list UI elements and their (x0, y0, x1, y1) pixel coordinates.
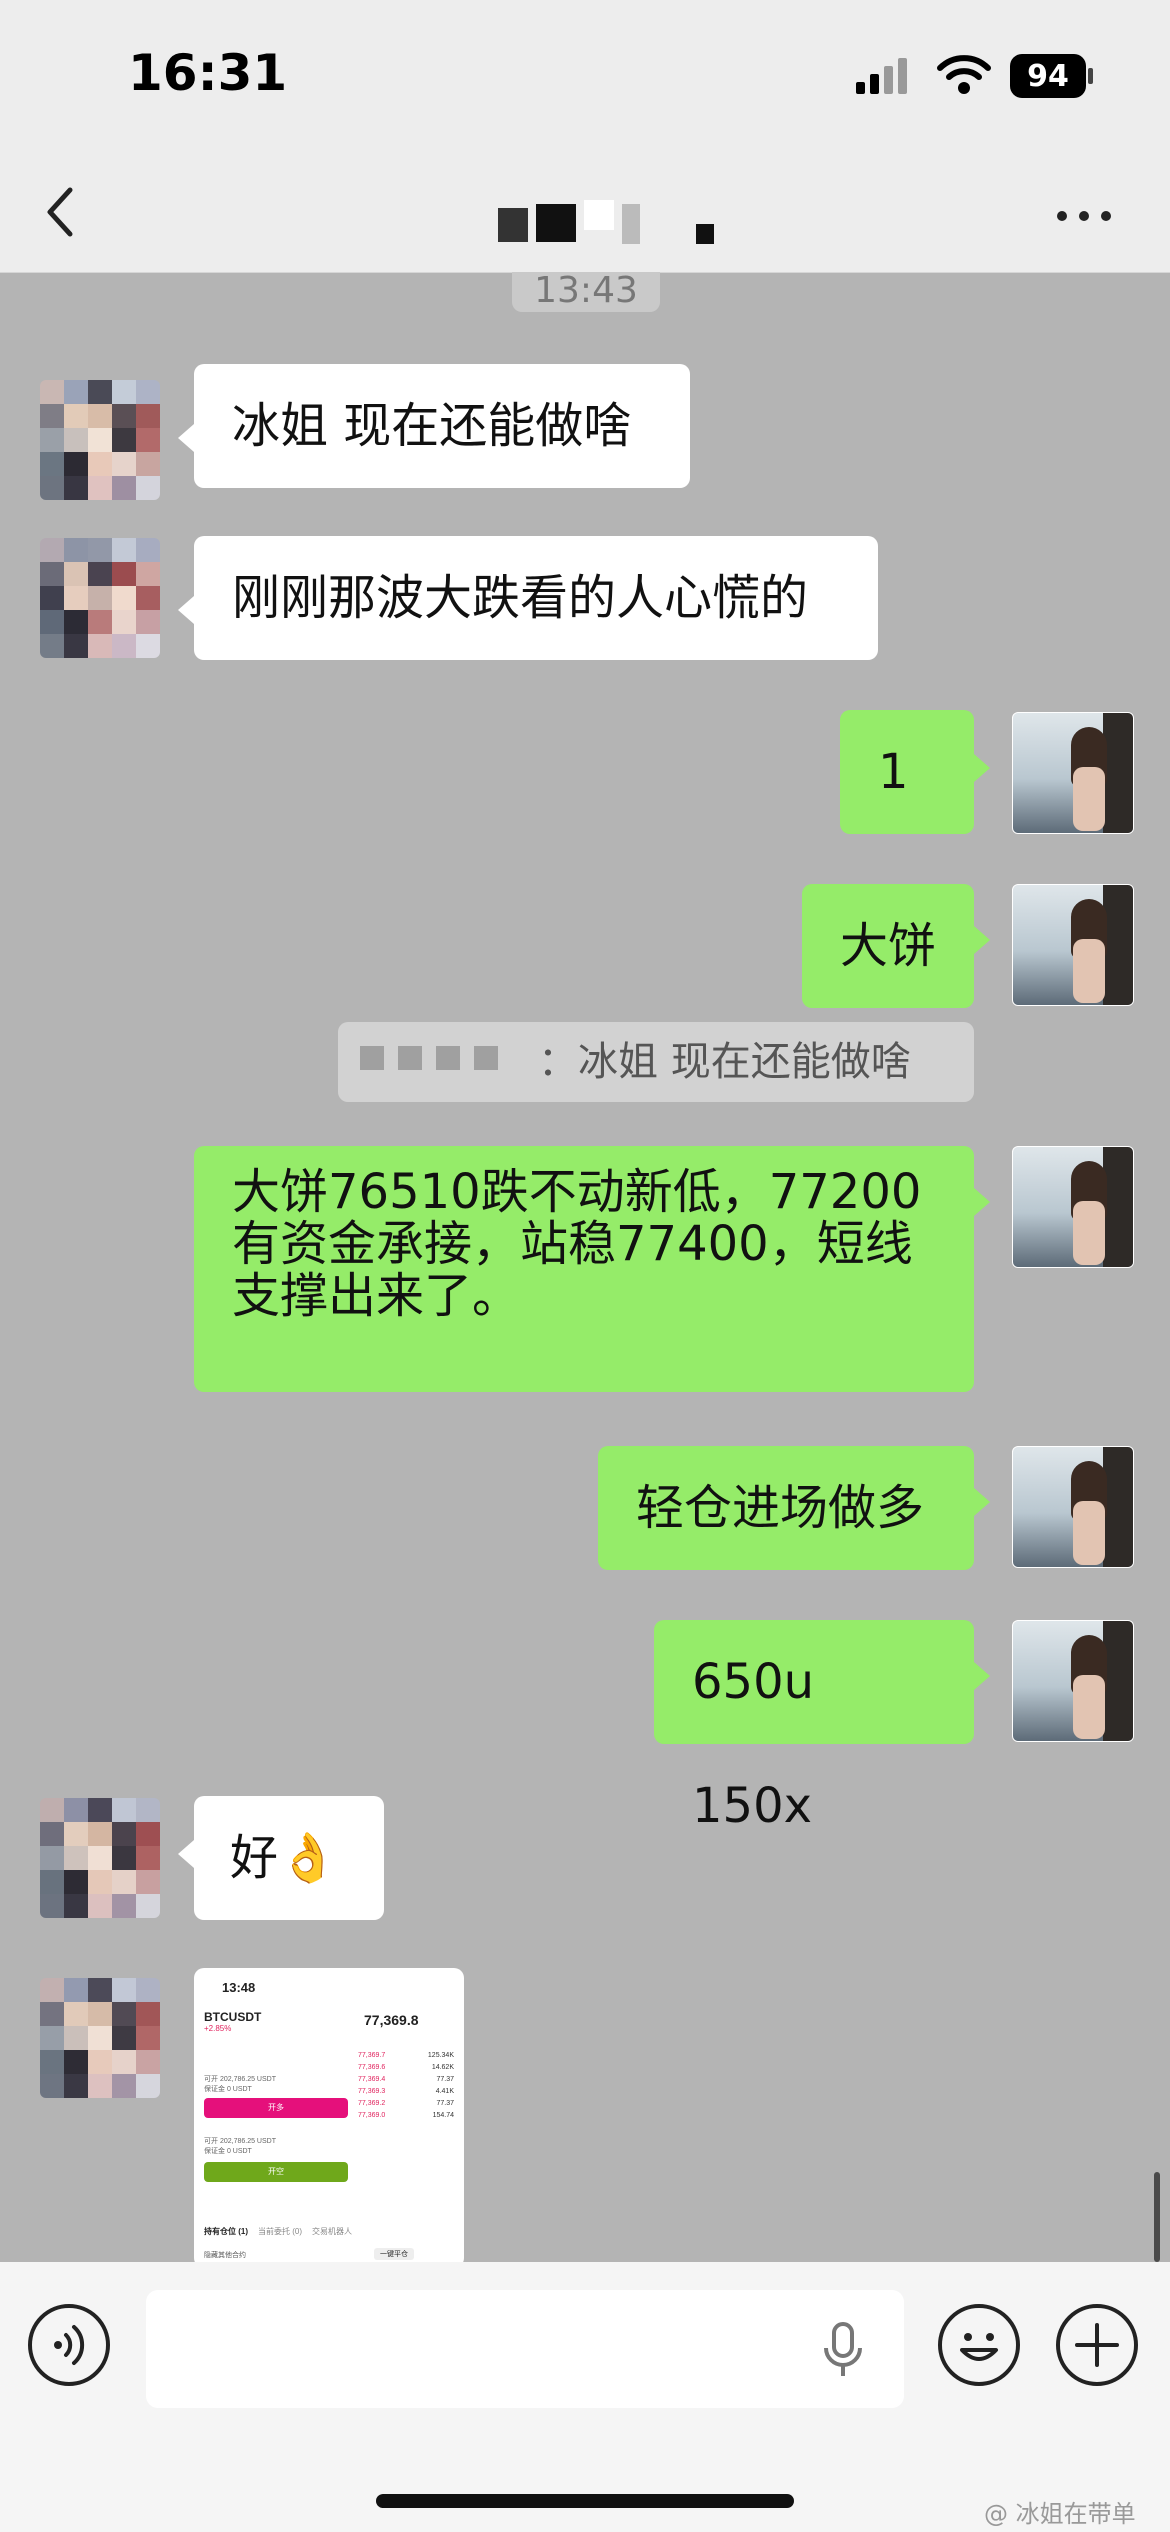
screenshot-long-button: 开多 (204, 2098, 348, 2118)
chat-title-redacted (498, 200, 714, 244)
status-time: 16:31 (128, 44, 288, 102)
contact-avatar[interactable] (40, 538, 160, 658)
my-avatar[interactable] (1012, 1620, 1134, 1742)
screenshot-row: 可开 202,786.25 USDT (204, 2138, 276, 2145)
message-bubble-received[interactable]: 刚刚那波大跌看的人心慌的 (194, 536, 878, 660)
my-avatar[interactable] (1012, 1446, 1134, 1568)
bubble-tail (974, 754, 990, 782)
message-bubble-sent[interactable]: 650u 150x (654, 1620, 974, 1834)
bubble-tail (974, 1188, 990, 1216)
screenshot-pair: BTCUSDT (204, 2010, 262, 2024)
image-message-trading-screenshot[interactable]: 13:48 BTCUSDT +2.85% 77,369.8 可开 202,786… (194, 1968, 464, 2262)
input-bar (0, 2262, 1170, 2532)
message-bubble-sent[interactable]: 轻仓进场做多 (598, 1446, 974, 1570)
battery-icon: 94 (1010, 54, 1086, 98)
screenshot-price: 77,369.8 (364, 2012, 419, 2028)
contact-avatar[interactable] (40, 1978, 160, 2098)
plus-icon (1075, 2323, 1119, 2367)
battery-level: 94 (1027, 58, 1069, 94)
quoted-message[interactable]: ：冰姐 现在还能做啥 (338, 1022, 974, 1102)
voice-toggle-button[interactable] (28, 2304, 110, 2386)
emoji-button[interactable] (938, 2304, 1020, 2386)
screenshot-tabs: 持有仓位 (1) 当前委托 (0) 交易机器人 (204, 2227, 352, 2236)
my-avatar[interactable] (1012, 1146, 1134, 1268)
order-book-row: 77,369.7 125.34K (358, 2052, 454, 2059)
contact-avatar[interactable] (40, 380, 160, 500)
bubble-tail (974, 926, 990, 954)
message-bubble-sent[interactable]: 大饼 (802, 884, 974, 1008)
more-options-icon[interactable] (1054, 196, 1114, 236)
bubble-tail (178, 596, 194, 624)
contact-avatar[interactable] (40, 1798, 160, 1918)
order-book-row: 77,369.3 4.41K (358, 2088, 454, 2095)
quoted-text: ：冰姐 现在还能做啥 (538, 1039, 911, 1085)
my-avatar[interactable] (1012, 884, 1134, 1006)
message-bubble-received[interactable]: 好👌 (194, 1796, 384, 1920)
bubble-tail (178, 1840, 194, 1868)
screenshot-hide-label: 隐藏其他合约 (204, 2252, 246, 2259)
more-actions-button[interactable] (1056, 2304, 1138, 2386)
message-input[interactable] (146, 2290, 904, 2408)
screenshot-row: 保证金 0 USDT (204, 2148, 252, 2155)
message-list[interactable]: 13:43 冰姐 现在还能做啥 刚刚那波大跌看的人心慌的 1 大饼 ：冰姐 现在… (0, 272, 1170, 2262)
screenshot-close-all: 一键平仓 (374, 2248, 414, 2260)
order-book-row: 77,369.2 77.37 (358, 2100, 454, 2107)
microphone-icon[interactable] (818, 2320, 868, 2380)
chat-header (0, 160, 1170, 273)
order-book-row: 77,369.0 154.74 (358, 2112, 454, 2119)
my-avatar[interactable] (1012, 712, 1134, 834)
message-bubble-sent[interactable]: 1 (840, 710, 974, 834)
bubble-tail (974, 1488, 990, 1516)
quoted-sender-redacted (360, 1046, 498, 1070)
screenshot-short-button: 开空 (204, 2162, 348, 2182)
battery-tip (1088, 68, 1093, 84)
status-bar: 16:31 94 (0, 0, 1170, 160)
screenshot-row: 可开 202,786.25 USDT (204, 2076, 276, 2083)
message-timestamp: 13:43 (512, 272, 660, 312)
bubble-tail (974, 1662, 990, 1690)
screenshot-time: 13:48 (222, 1980, 256, 1995)
smiley-icon (960, 2333, 998, 2361)
wifi-icon (937, 55, 991, 94)
order-book-row: 77,369.4 77.37 (358, 2076, 454, 2083)
message-bubble-received[interactable]: 冰姐 现在还能做啥 (194, 364, 690, 488)
back-chevron-icon[interactable] (40, 182, 80, 242)
watermark: @ 冰姐在带单 (984, 2500, 1136, 2528)
scrollbar[interactable] (1154, 2172, 1160, 2262)
message-bubble-sent[interactable]: 大饼76510跌不动新低，77200有资金承接，站稳77400，短线支撑出来了。 (194, 1146, 974, 1392)
voice-wave-icon (54, 2325, 85, 2365)
screenshot-change: +2.85% (204, 2024, 232, 2033)
cellular-signal-icon (856, 58, 907, 94)
order-book-row: 77,369.6 14.62K (358, 2064, 454, 2071)
bubble-tail (178, 424, 194, 452)
home-indicator[interactable] (376, 2494, 794, 2508)
screenshot-row: 保证金 0 USDT (204, 2086, 252, 2093)
